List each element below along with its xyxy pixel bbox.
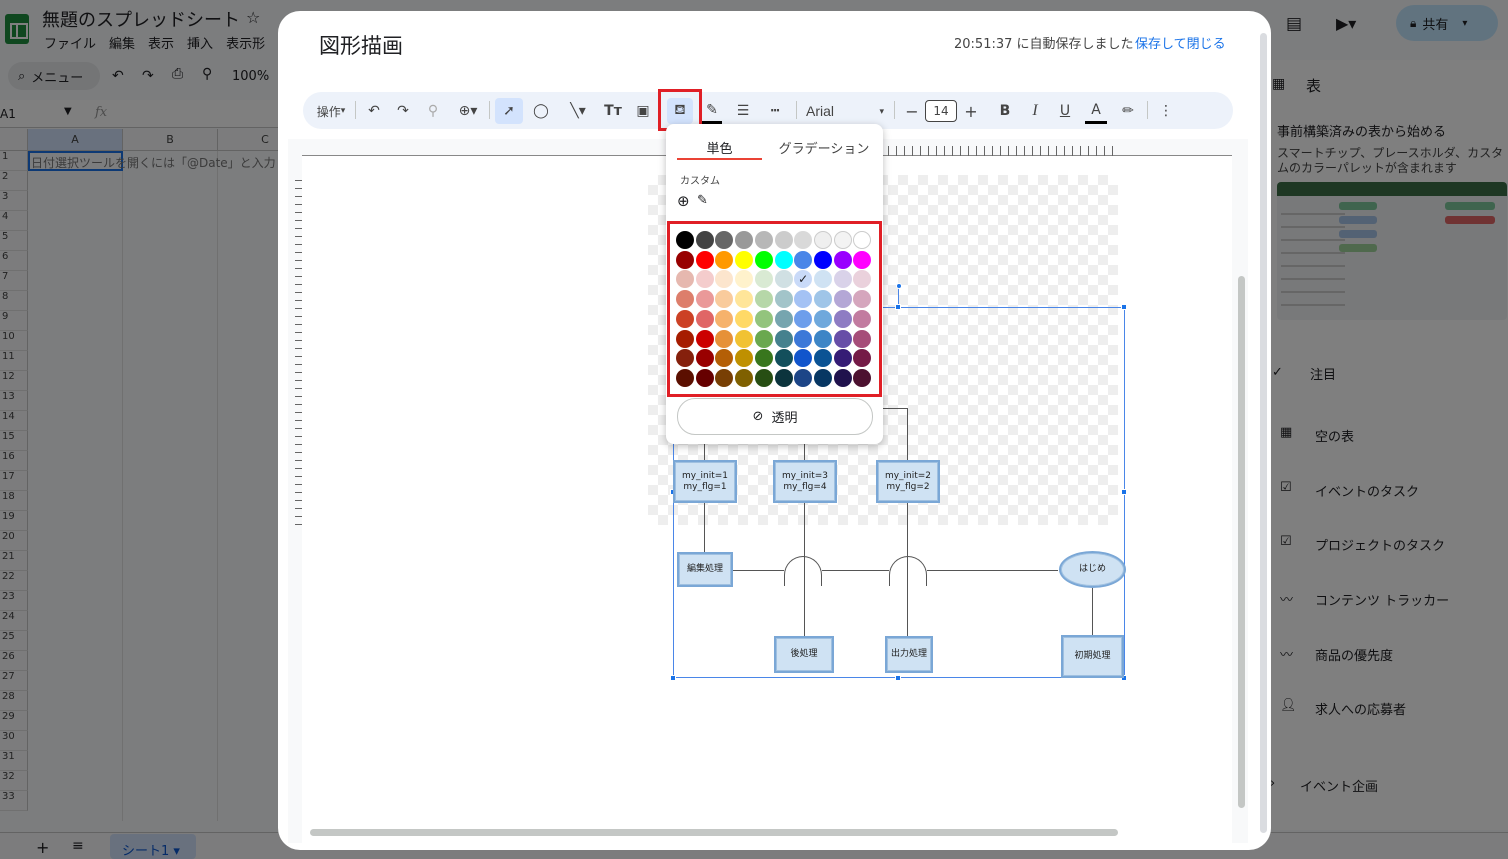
font-select[interactable]: Arial ▾ — [806, 98, 884, 124]
redo-icon[interactable]: ↷ — [393, 98, 413, 124]
eyedropper-icon[interactable]: ✎ — [697, 193, 708, 208]
font-name: Arial — [806, 103, 835, 119]
resize-handle[interactable] — [670, 675, 676, 681]
connector-line — [732, 570, 784, 571]
custom-label: カスタム — [680, 176, 720, 187]
zoom-icon[interactable]: ⊕▾ — [452, 98, 484, 124]
flowchart-box-edit[interactable]: 編集処理 — [677, 552, 733, 587]
box-text: my_flg=4 — [783, 481, 827, 492]
flowchart-start-ellipse[interactable]: はじめ — [1059, 551, 1126, 588]
box-text: my_init=2 — [884, 470, 932, 481]
box-text: my_init=1 — [681, 470, 729, 481]
flowchart-box-post[interactable]: 後処理 — [774, 636, 834, 673]
transparent-label: 透明 — [771, 411, 798, 426]
bold-button[interactable]: B — [995, 98, 1015, 124]
flowchart-box-init3[interactable]: my_init=3 my_flg=4 — [773, 460, 837, 503]
paint-format-icon[interactable]: ⚲ — [423, 98, 443, 124]
tab-solid[interactable]: 単色 — [677, 138, 762, 157]
text-color-button[interactable]: A — [1085, 98, 1107, 124]
tab-solid-underline — [677, 158, 762, 160]
resize-handle[interactable] — [1121, 489, 1127, 495]
connector-line — [883, 408, 908, 409]
connector-line — [822, 570, 889, 571]
add-custom-color-icon[interactable]: ⊕ — [677, 192, 690, 210]
connector-arrow — [704, 503, 705, 552]
connector-arrow — [1092, 588, 1093, 635]
transparent-icon: ⊘ — [752, 409, 764, 424]
highlight-palette — [667, 221, 882, 397]
box-text: my_flg=2 — [886, 481, 930, 492]
autosave-status: 20:51:37 に自動保存しました — [954, 37, 1134, 52]
actions-menu[interactable]: 操作 ▾ — [312, 98, 350, 124]
actions-label: 操作 — [316, 104, 341, 119]
box-text: my_flg=1 — [683, 481, 727, 492]
border-dash-icon[interactable]: ┅ — [765, 98, 785, 124]
toolbar-divider — [489, 101, 490, 119]
underline-button[interactable]: U — [1055, 98, 1075, 124]
flowchart-box-output[interactable]: 出力処理 — [885, 636, 933, 673]
toolbar-divider — [894, 101, 895, 119]
tab-gradient[interactable]: グラデーション — [770, 138, 878, 157]
save-and-close-button[interactable]: 保存して閉じる — [1135, 33, 1226, 52]
line-jump-arc — [889, 556, 927, 586]
text-box-icon[interactable]: Tт — [602, 98, 624, 124]
highlight-color-icon[interactable]: ✏ — [1118, 98, 1138, 124]
horizontal-scrollbar[interactable] — [310, 829, 1118, 836]
connector-arrow — [927, 570, 1058, 571]
transparent-button[interactable]: ⊘ 透明 — [677, 398, 873, 435]
connector-line — [907, 408, 908, 460]
line-jump-arc — [784, 556, 822, 586]
undo-icon[interactable]: ↶ — [364, 98, 384, 124]
dialog-title: 図形描画 — [319, 34, 403, 58]
flowchart-box-init[interactable]: 初期処理 — [1061, 635, 1124, 678]
decrease-font-size-button[interactable]: − — [903, 98, 921, 124]
box-text: my_init=3 — [781, 470, 829, 481]
resize-handle[interactable] — [1121, 304, 1127, 310]
dialog-scrollbar[interactable] — [1260, 33, 1267, 833]
vertical-scrollbar[interactable] — [1238, 276, 1245, 808]
rotate-handle[interactable] — [896, 283, 902, 289]
font-size-input[interactable]: 14 — [925, 100, 957, 122]
image-icon[interactable]: ▣ — [633, 98, 653, 124]
border-color-icon[interactable]: ✎ — [702, 98, 722, 124]
line-tool-icon[interactable]: ╲▾ — [560, 98, 596, 124]
italic-button[interactable]: I — [1025, 98, 1045, 124]
increase-font-size-button[interactable]: + — [962, 98, 980, 124]
shape-tool-icon[interactable]: ◯ — [530, 98, 552, 124]
toolbar-divider — [355, 101, 356, 119]
border-weight-icon[interactable]: ☰ — [733, 98, 753, 124]
connector-line — [704, 444, 705, 460]
toolbar-divider — [796, 101, 797, 119]
ruler-ticks — [880, 146, 1120, 156]
resize-handle[interactable] — [895, 675, 901, 681]
resize-handle[interactable] — [895, 304, 901, 310]
flowchart-box-init2[interactable]: my_init=2 my_flg=2 — [876, 460, 940, 503]
connector-line — [804, 444, 805, 460]
select-tool-icon[interactable]: ➚ — [495, 98, 523, 124]
flowchart-box-init1[interactable]: my_init=1 my_flg=1 — [673, 460, 737, 503]
more-options-icon[interactable]: ⋮ — [1156, 98, 1176, 124]
toolbar-divider — [1147, 101, 1148, 119]
